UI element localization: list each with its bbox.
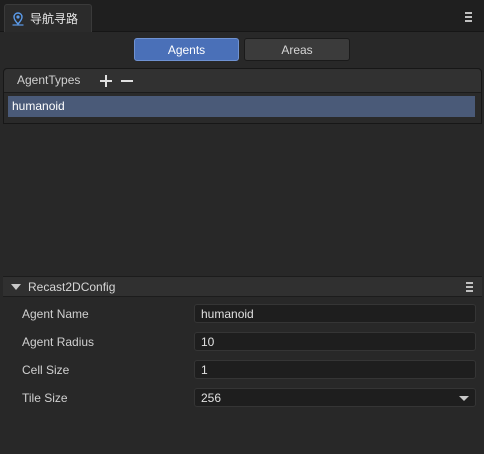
agent-radius-label: Agent Radius <box>22 335 95 349</box>
list-item-label: humanoid <box>12 99 65 113</box>
tile-size-value: 256 <box>201 390 222 405</box>
collapse-triangle-icon[interactable] <box>11 284 21 290</box>
remove-agent-type-button[interactable] <box>119 73 135 89</box>
cell-size-label: Cell Size <box>22 363 70 377</box>
section-menu-icon[interactable] <box>464 282 474 292</box>
tile-size-select[interactable]: 256 <box>194 388 476 407</box>
add-agent-type-button[interactable] <box>98 73 114 89</box>
agent-types-header: AgentTypes <box>4 69 481 93</box>
list-item-humanoid[interactable]: humanoid <box>8 96 475 117</box>
recast2d-config-header[interactable]: Recast2DConfig <box>3 276 482 297</box>
agent-types-title: AgentTypes <box>17 73 81 87</box>
tab-title: 导航寻路 <box>30 12 79 26</box>
areas-mode-button[interactable]: Areas <box>244 38 350 61</box>
section-title: Recast2DConfig <box>28 280 116 294</box>
agent-name-input[interactable]: humanoid <box>194 304 476 323</box>
tab-navigation[interactable]: 导航寻路 <box>4 4 92 32</box>
panel-tab-bar: 导航寻路 <box>0 0 484 32</box>
cell-size-input[interactable]: 1 <box>194 360 476 379</box>
agents-mode-button[interactable]: Agents <box>134 38 239 61</box>
chevron-down-icon <box>459 396 469 401</box>
agent-types-list: AgentTypes humanoid <box>3 68 482 124</box>
agent-name-label: Agent Name <box>22 307 89 321</box>
navigation-icon <box>11 11 25 26</box>
panel-menu-icon[interactable] <box>463 12 473 22</box>
tile-size-label: Tile Size <box>22 391 68 405</box>
agent-radius-input[interactable]: 10 <box>194 332 476 351</box>
